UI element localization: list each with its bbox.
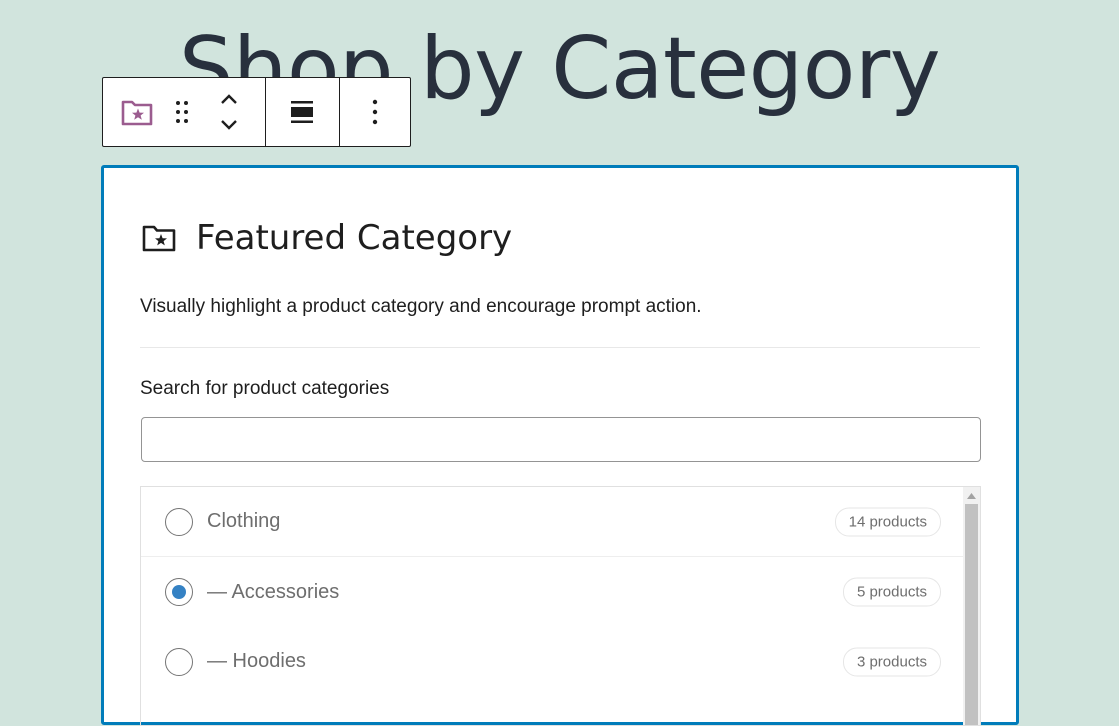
category-label: — Hoodies [207,650,306,672]
search-label: Search for product categories [140,378,390,399]
toolbar-group-align [266,78,340,146]
chevron-up-icon [221,94,237,104]
divider [140,347,980,348]
align-wide-icon [291,101,314,123]
scroll-thumb[interactable] [965,504,978,725]
list-item[interactable]: — Hoodies 3 products [141,627,963,696]
block-description: Visually highlight a product category an… [140,296,702,317]
drag-handle-icon [176,101,188,123]
list-item[interactable]: Clothing 14 products [141,487,963,557]
category-label: Clothing [207,510,281,532]
block-title-row: Featured Category [142,218,512,258]
radio-accessories[interactable] [165,578,193,606]
radio-hoodies[interactable] [165,647,193,676]
category-list: Clothing 14 products — Accessories 5 pro… [140,486,981,726]
mover-controls [193,78,265,146]
product-count-badge: 14 products [834,507,941,536]
category-search-input[interactable] [141,417,981,462]
product-count-badge: 3 products [842,647,941,676]
scroll-up-arrow-icon [967,492,976,499]
scroll-up-button[interactable] [963,487,980,504]
block-toolbar [102,77,411,147]
move-up-button[interactable] [209,86,249,112]
align-button[interactable] [266,78,339,146]
list-item[interactable]: — Accessories 5 products [141,557,963,627]
block-type-button[interactable] [103,78,171,146]
block-title: Featured Category [196,218,513,258]
toolbar-group-block [103,78,266,146]
more-vertical-icon [372,99,377,125]
featured-category-block[interactable]: Featured Category Visually highlight a p… [101,165,1019,726]
list-scrollbar[interactable] [963,487,980,725]
move-down-button[interactable] [209,112,249,138]
drag-handle[interactable] [171,78,193,146]
block-options-button[interactable] [340,78,411,146]
radio-clothing[interactable] [165,507,193,536]
folder-star-icon [121,100,153,126]
category-label: — Accessories [207,580,340,603]
folder-star-icon [142,225,176,252]
toolbar-group-options [340,78,411,146]
product-count-badge: 5 products [842,577,941,607]
chevron-down-icon [221,120,237,130]
